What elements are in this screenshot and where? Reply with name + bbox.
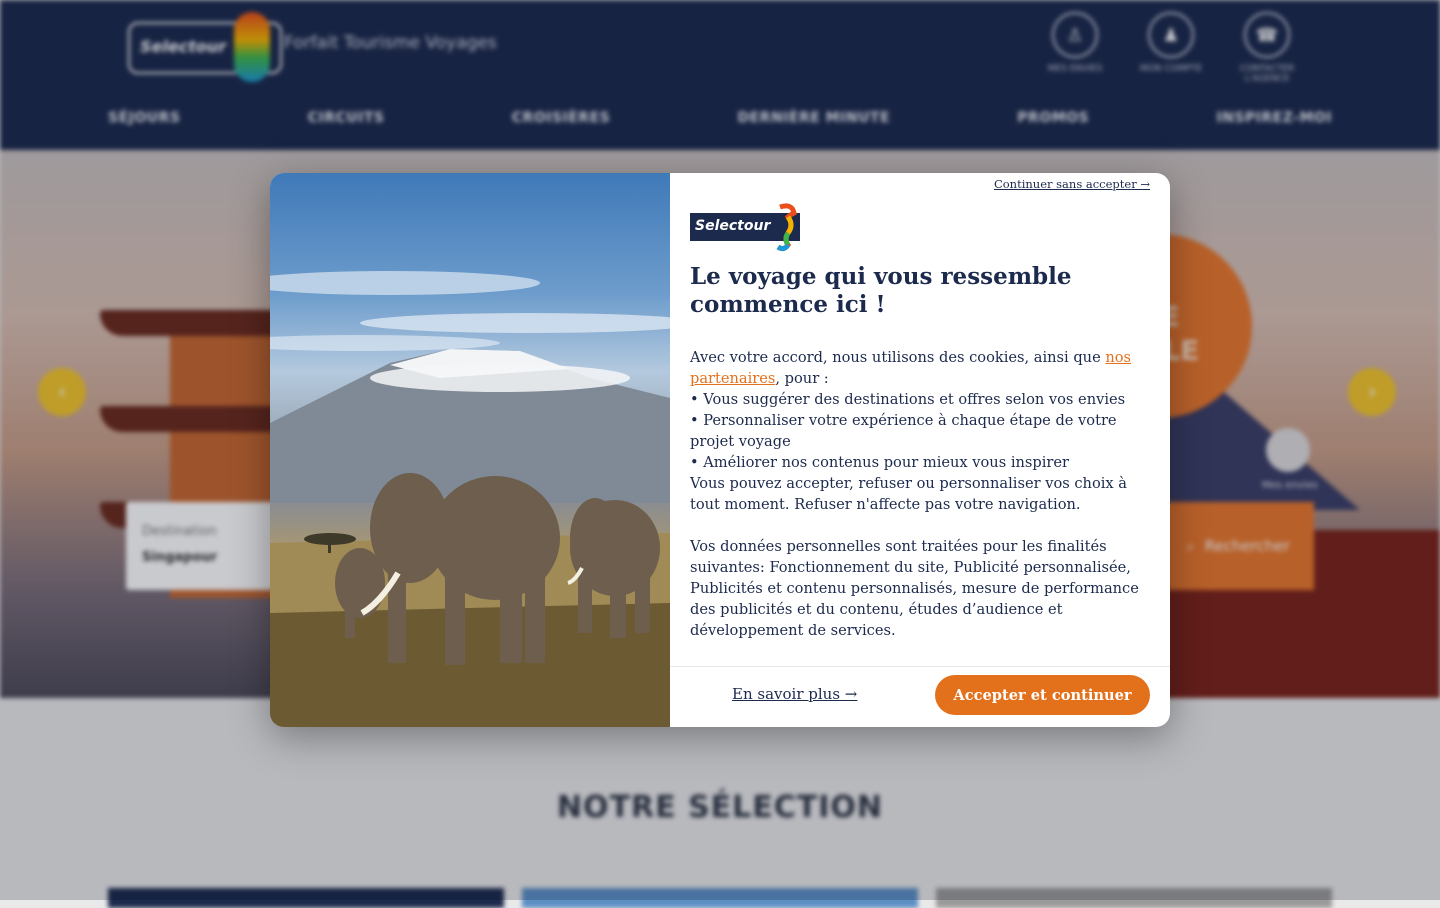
- consent-bullet: • Vous suggérer des destinations et offr…: [690, 391, 1126, 408]
- learn-more-link[interactable]: En savoir plus →: [732, 685, 857, 703]
- selectour-logo-text: Selectour: [695, 218, 771, 234]
- consent-choice-text: Vous pouvez accepter, refuser ou personn…: [690, 475, 1127, 513]
- consent-title: Le voyage qui vous ressemble commence ic…: [690, 263, 1072, 318]
- consent-purposes-text: Vos données personnelles sont traitées p…: [690, 538, 1139, 639]
- consent-footer: En savoir plus → Accepter et continuer: [670, 666, 1170, 727]
- cookie-consent-modal: Continuer sans accepter → Selectour Le v…: [270, 173, 1170, 727]
- elephants-image: [270, 173, 670, 727]
- consent-body: Avec votre accord, nous utilisons des co…: [690, 347, 1150, 641]
- seahorse-icon: [776, 203, 797, 252]
- accept-button[interactable]: Accepter et continuer: [935, 675, 1150, 715]
- continue-without-accepting-link[interactable]: Continuer sans accepter →: [994, 177, 1150, 191]
- consent-bullet: • Améliorer nos contenus pour mieux vous…: [690, 454, 1069, 471]
- consent-intro: Avec votre accord, nous utilisons des co…: [690, 349, 1132, 387]
- selectour-logo: Selectour: [690, 203, 802, 252]
- consent-bullet: • Personnaliser votre expérience à chaqu…: [690, 412, 1117, 450]
